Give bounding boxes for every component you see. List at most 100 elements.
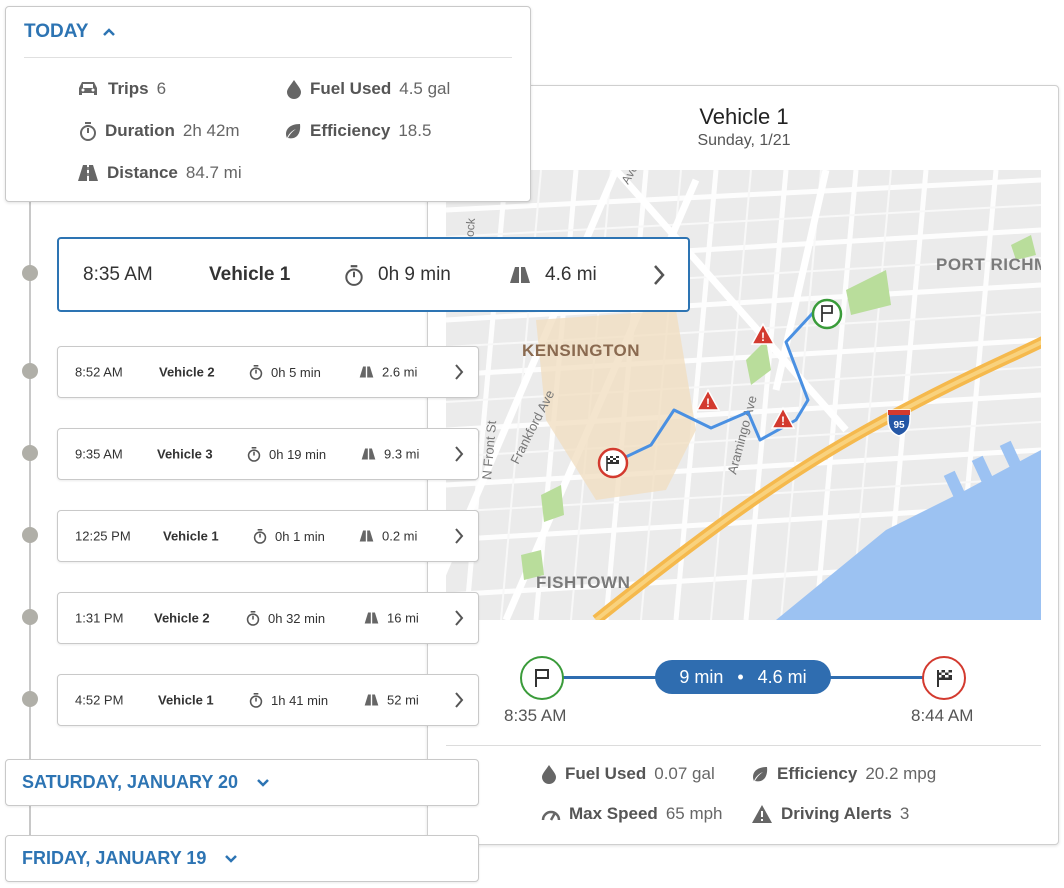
timeline-dot <box>22 527 38 543</box>
trip-vehicle: Vehicle 1 <box>158 692 214 708</box>
trip-vehicle: Vehicle 3 <box>157 446 213 462</box>
trip-card[interactable]: 9:35 AM Vehicle 3 0h 19 min 9.3 mi <box>57 428 479 480</box>
map-shield-label: 95 <box>893 420 905 431</box>
leaf-icon <box>753 767 768 782</box>
map-label-kensington: KENSINGTON <box>522 341 640 360</box>
today-efficiency-label: Efficiency <box>310 121 391 140</box>
trip-card[interactable]: 1:31 PM Vehicle 2 0h 32 min 16 mi <box>57 592 479 644</box>
map-start-flag-icon[interactable] <box>811 298 843 330</box>
trip-distance-value: 16 mi <box>387 610 419 626</box>
detail-efficiency: Efficiency 20.2 mpg <box>751 764 936 784</box>
today-fuel-value: 4.5 gal <box>399 79 451 98</box>
speedometer-icon <box>541 810 561 821</box>
timeline-dot <box>22 609 38 625</box>
route-end-time: 8:44 AM <box>911 706 974 725</box>
divider <box>24 57 512 58</box>
route-duration: 9 min <box>679 666 724 687</box>
day-header-label: SATURDAY, JANUARY 20 <box>22 772 239 792</box>
start-flag-icon <box>520 656 564 700</box>
stopwatch-icon <box>246 611 260 626</box>
detail-efficiency-label: Efficiency <box>777 764 858 783</box>
trip-distance: 0.2 mi <box>359 529 417 544</box>
day-header-label: FRIDAY, JANUARY 19 <box>22 848 207 868</box>
today-label: TODAY <box>24 21 89 42</box>
chevron-up-icon <box>103 28 116 36</box>
trip-distance: 16 mi <box>364 611 419 626</box>
detail-driving-alerts: Driving Alerts 3 <box>751 804 909 824</box>
detail-max-speed: Max Speed 65 mph <box>541 804 723 824</box>
trip-card-selected[interactable]: 8:35 AM Vehicle 1 0h 9 min 4.6 mi <box>57 237 690 312</box>
road-icon <box>364 612 379 624</box>
trip-distance: 4.6 mi <box>509 264 597 286</box>
svg-text:!: ! <box>761 330 765 344</box>
timeline-dot <box>22 265 38 281</box>
trip-duration-value: 0h 32 min <box>268 610 326 626</box>
detail-fuel-label: Fuel Used <box>565 764 647 783</box>
fuel-drop-icon <box>542 765 556 784</box>
trip-time: 12:25 PM <box>75 528 131 544</box>
chevron-right-icon <box>654 264 665 285</box>
trip-time: 4:52 PM <box>75 692 124 708</box>
trip-vehicle: Vehicle 2 <box>159 364 215 380</box>
trip-time: 8:35 AM <box>83 263 153 285</box>
trip-duration: 1h 41 min <box>249 692 328 708</box>
road-icon <box>359 366 374 378</box>
chevron-right-icon <box>455 528 464 544</box>
trip-distance: 2.6 mi <box>359 365 417 380</box>
trip-duration-value: 0h 1 min <box>275 528 325 544</box>
trip-duration: 0h 19 min <box>247 446 326 462</box>
car-icon <box>79 82 97 95</box>
trip-vehicle: Vehicle 1 <box>209 263 291 285</box>
divider <box>446 745 1041 746</box>
trip-distance-value: 0.2 mi <box>382 528 418 544</box>
today-distance-value: 84.7 mi <box>185 163 242 182</box>
warning-icon <box>752 805 772 823</box>
map-label-port-richmond: PORT RICHM <box>936 255 1041 274</box>
detail-max-speed-label: Max Speed <box>569 804 658 823</box>
trip-card[interactable]: 4:52 PM Vehicle 1 1h 41 min 52 mi <box>57 674 479 726</box>
today-trips-value: 6 <box>156 79 167 98</box>
today-distance-label: Distance <box>107 163 178 182</box>
trip-distance-value: 4.6 mi <box>545 263 597 285</box>
trip-time: 1:31 PM <box>75 610 124 626</box>
day-header-friday[interactable]: FRIDAY, JANUARY 19 <box>5 835 479 882</box>
today-trips: Trips 6 <box>76 79 166 99</box>
stopwatch-icon <box>253 529 267 544</box>
road-icon <box>364 694 379 706</box>
chevron-right-icon <box>455 692 464 708</box>
route-duration-distance-pill: 9 min • 4.6 mi <box>655 660 831 694</box>
road-icon <box>361 448 376 460</box>
detail-fuel-value: 0.07 gal <box>654 764 715 783</box>
route-start-time: 8:35 AM <box>504 706 567 725</box>
road-icon <box>510 266 530 283</box>
trip-duration: 0h 5 min <box>249 364 321 380</box>
today-efficiency: Efficiency 18.5 <box>284 121 431 141</box>
trip-duration-value: 0h 19 min <box>269 446 327 462</box>
trip-duration-value: 0h 9 min <box>378 263 451 285</box>
detail-max-speed-value: 65 mph <box>665 804 723 823</box>
route-distance: 4.6 mi <box>757 666 807 687</box>
timeline-line <box>29 200 31 840</box>
today-header[interactable]: TODAY <box>24 21 116 43</box>
trip-card[interactable]: 8:52 AM Vehicle 2 0h 5 min 2.6 mi <box>57 346 479 398</box>
fuel-drop-icon <box>287 80 301 99</box>
svg-text:!: ! <box>781 414 785 428</box>
today-distance: Distance 84.7 mi <box>77 163 242 183</box>
route-summary: 9 min • 4.6 mi 8:35 AM 8:44 AM <box>446 646 1041 736</box>
trip-distance: 52 mi <box>364 693 419 708</box>
map-finish-flag-icon[interactable] <box>597 447 629 479</box>
trip-distance-value: 9.3 mi <box>384 446 420 462</box>
trip-vehicle: Vehicle 1 <box>163 528 219 544</box>
today-summary-card: TODAY Trips 6 Duration 2h 42m Distance 8… <box>5 6 531 202</box>
day-header-saturday[interactable]: SATURDAY, JANUARY 20 <box>5 759 479 806</box>
trip-card[interactable]: 12:25 PM Vehicle 1 0h 1 min 0.2 mi <box>57 510 479 562</box>
map-label-fishtown: FISHTOWN <box>536 573 630 592</box>
trip-distance-value: 52 mi <box>387 692 419 708</box>
stopwatch-icon <box>247 447 261 462</box>
detail-fuel-used: Fuel Used 0.07 gal <box>541 764 715 784</box>
trip-distance: 9.3 mi <box>361 447 419 462</box>
trip-distance-value: 2.6 mi <box>382 364 418 380</box>
today-duration-value: 2h 42m <box>182 121 240 140</box>
today-duration: Duration 2h 42m <box>79 121 240 141</box>
leaf-icon <box>286 124 301 139</box>
